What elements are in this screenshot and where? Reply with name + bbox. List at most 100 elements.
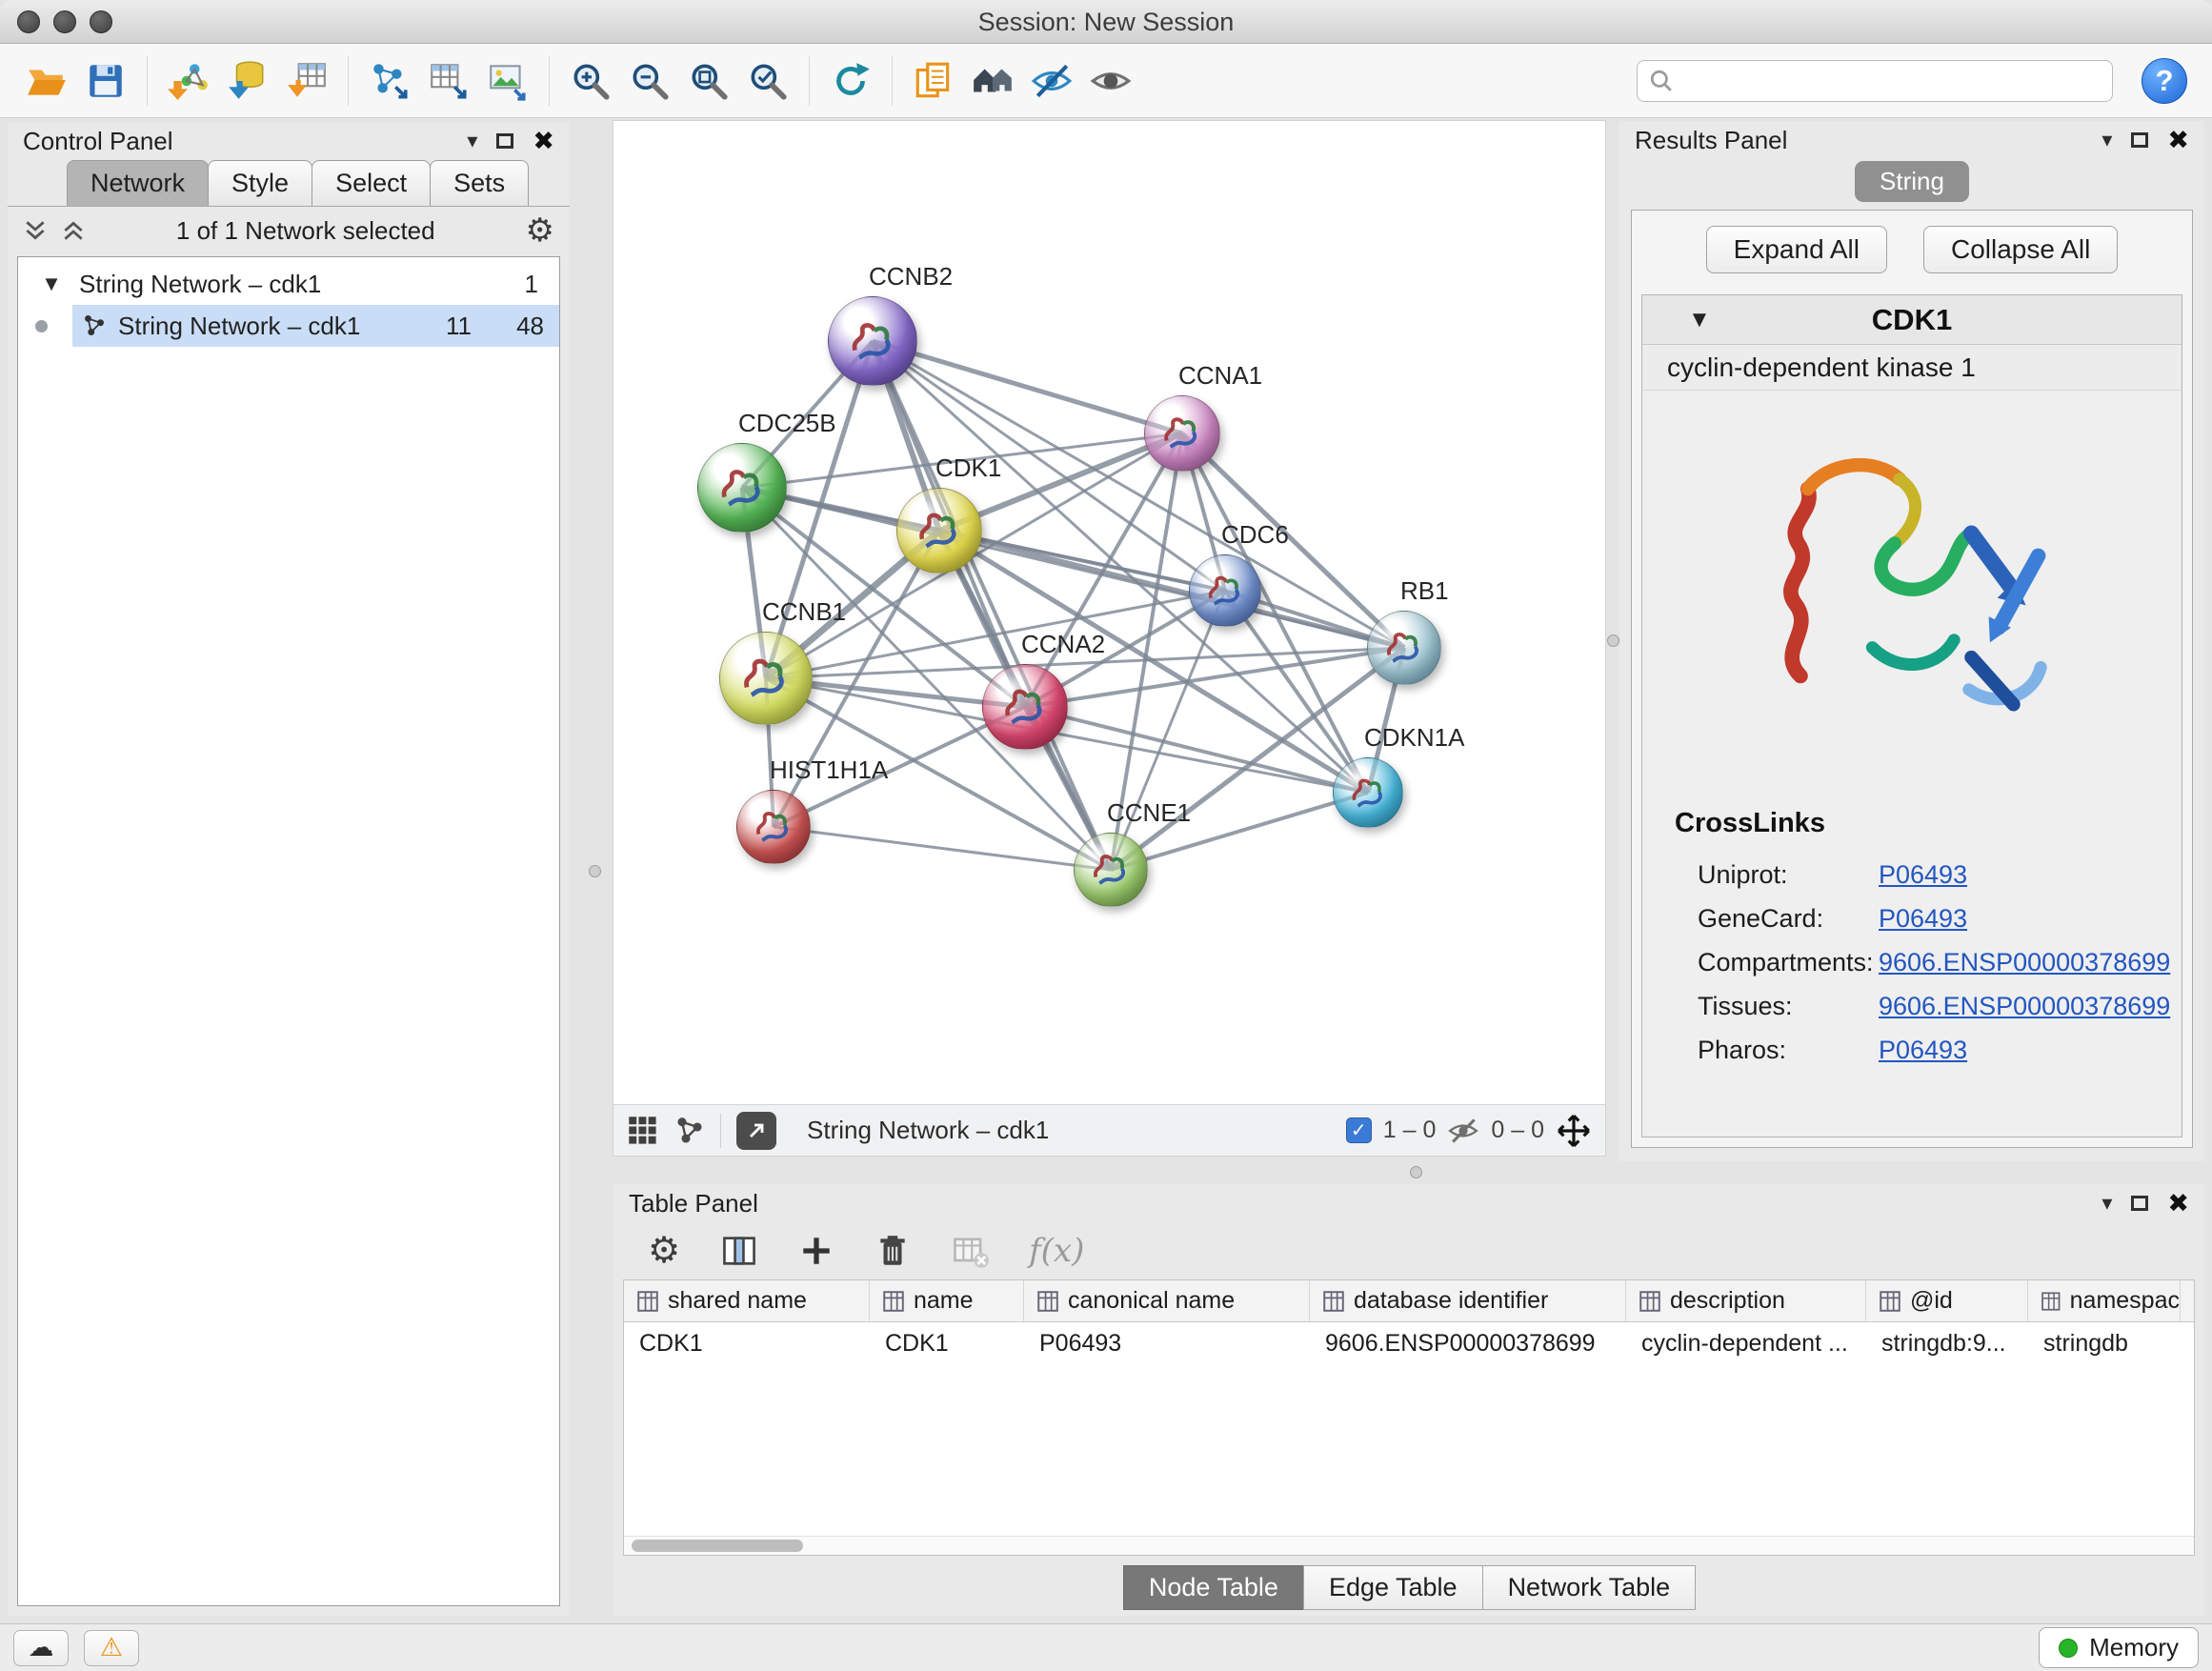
network-node-CDC6[interactable] (1189, 554, 1261, 627)
collapse-all-icon[interactable] (23, 218, 48, 243)
column-header[interactable]: namespac (2028, 1280, 2181, 1321)
refresh-view-button[interactable] (821, 51, 880, 111)
column-header[interactable]: database identifier (1310, 1280, 1626, 1321)
left-splitter-handle[interactable] (589, 865, 601, 877)
results-panel-float-button[interactable] (2131, 132, 2148, 148)
table-horizontal-scrollbar[interactable] (624, 1536, 2194, 1555)
table-panel-close-button[interactable]: ✖ (2167, 1191, 2189, 1217)
window-close-button[interactable] (17, 10, 40, 33)
network-node-CCNE1[interactable] (1074, 833, 1148, 907)
results-panel-close-button[interactable]: ✖ (2167, 128, 2189, 153)
open-session-button[interactable] (17, 51, 76, 111)
column-header[interactable]: description (1626, 1280, 1866, 1321)
search-field[interactable] (1637, 60, 2113, 102)
pharos-link[interactable]: P06493 (1879, 1036, 1967, 1065)
add-column-icon[interactable] (798, 1233, 835, 1269)
column-header[interactable]: shared name (624, 1280, 870, 1321)
hide-selection-button[interactable] (1022, 51, 1081, 111)
table-cell[interactable]: CDK1 (624, 1322, 870, 1364)
show-graphics-details-button[interactable] (1081, 51, 1140, 111)
function-builder-button[interactable]: f(x) (1029, 1232, 1084, 1270)
export-network-button[interactable] (360, 51, 419, 111)
network-node-CCNA2[interactable] (982, 664, 1068, 750)
tab-edge-table[interactable]: Edge Table (1303, 1565, 1483, 1610)
right-splitter-handle[interactable] (1607, 634, 1619, 647)
move-crosshair-icon[interactable] (1556, 1113, 1592, 1149)
table-cell[interactable]: cyclin-dependent ... (1626, 1322, 1866, 1364)
network-node-HIST1H1A[interactable] (736, 790, 811, 864)
results-panel-menu-icon[interactable]: ▾ (2101, 130, 2112, 151)
network-glyph-icon[interactable] (674, 1116, 705, 1146)
open-in-new-window-button[interactable] (736, 1112, 776, 1150)
column-header[interactable]: name (870, 1280, 1024, 1321)
horizontal-splitter-handle[interactable] (1410, 1166, 1422, 1178)
table-panel-float-button[interactable] (2131, 1196, 2148, 1211)
delete-column-icon[interactable] (875, 1233, 911, 1269)
network-node-CDKN1A[interactable] (1333, 757, 1403, 828)
export-table-button[interactable] (419, 51, 478, 111)
control-panel-menu-icon[interactable]: ▾ (467, 131, 477, 151)
selection-checkbox-icon[interactable]: ✓ (1346, 1117, 1372, 1143)
network-node-RB1[interactable] (1367, 611, 1441, 685)
tab-node-table[interactable]: Node Table (1123, 1565, 1304, 1610)
zoom-selected-button[interactable] (738, 51, 797, 111)
window-minimize-button[interactable] (53, 10, 76, 33)
export-image-button[interactable] (478, 51, 537, 111)
table-panel-menu-icon[interactable]: ▾ (2101, 1193, 2112, 1214)
table-settings-gear-icon[interactable]: ⚙ (648, 1233, 680, 1269)
help-button[interactable]: ? (2142, 58, 2187, 104)
table-cell[interactable]: 9606.ENSP00000378699 (1310, 1322, 1626, 1364)
table-row[interactable]: CDK1 CDK1 P06493 9606.ENSP00000378699 cy… (624, 1322, 2194, 1364)
tab-network[interactable]: Network (67, 160, 209, 206)
tab-network-table[interactable]: Network Table (1482, 1565, 1697, 1610)
show-columns-icon[interactable] (720, 1232, 758, 1270)
search-input[interactable] (1683, 67, 2101, 94)
table-cell[interactable]: stringdb (2028, 1322, 2181, 1364)
import-network-from-database-button[interactable] (218, 51, 277, 111)
tree-collapse-icon[interactable]: ▼ (37, 272, 66, 296)
control-panel-float-button[interactable] (496, 133, 513, 149)
import-network-from-file-button[interactable] (159, 51, 218, 111)
network-row-selected[interactable]: String Network – cdk1 11 48 (72, 305, 559, 347)
network-node-CDC25B[interactable] (697, 443, 787, 533)
network-node-CCNB1[interactable] (719, 632, 813, 725)
tab-sets[interactable]: Sets (430, 160, 529, 206)
network-node-CCNA1[interactable] (1144, 395, 1220, 472)
birds-eye-view-icon[interactable] (627, 1115, 659, 1147)
uniprot-link[interactable]: P06493 (1879, 860, 1967, 890)
tissues-link[interactable]: 9606.ENSP00000378699 (1879, 992, 2170, 1021)
network-collection-row[interactable]: ▼ String Network – cdk1 1 (18, 263, 559, 305)
hidden-eye-slash-icon[interactable] (1447, 1115, 1479, 1147)
network-row[interactable]: String Network – cdk1 11 48 (18, 305, 559, 347)
tab-style[interactable]: Style (208, 160, 312, 206)
delete-table-icon[interactable] (951, 1232, 989, 1270)
gene-entry-header[interactable]: ▼ CDK1 (1642, 295, 2182, 345)
network-node-CDK1[interactable] (896, 488, 982, 574)
table-cell[interactable]: P06493 (1024, 1322, 1310, 1364)
network-node-CCNB2[interactable] (828, 296, 917, 386)
control-panel-close-button[interactable]: ✖ (533, 129, 554, 154)
compartments-link[interactable]: 9606.ENSP00000378699 (1879, 948, 2170, 977)
column-header[interactable]: canonical name (1024, 1280, 1310, 1321)
warnings-button[interactable]: ⚠ (84, 1630, 139, 1666)
save-session-button[interactable] (76, 51, 135, 111)
window-zoom-button[interactable] (90, 10, 112, 33)
cloud-button[interactable]: ☁ (13, 1630, 69, 1666)
table-cell[interactable]: stringdb:9... (1866, 1322, 2028, 1364)
home-button[interactable] (963, 51, 1022, 111)
import-table-button[interactable] (277, 51, 336, 111)
gear-icon[interactable]: ⚙ (526, 214, 554, 247)
scrollbar-thumb[interactable] (632, 1540, 803, 1552)
tab-select[interactable]: Select (312, 160, 431, 206)
collapse-all-button[interactable]: Collapse All (1923, 226, 2118, 273)
string-results-tab[interactable]: String (1855, 161, 1969, 202)
collapse-entry-icon[interactable]: ▼ (1688, 307, 1711, 333)
zoom-in-button[interactable] (561, 51, 620, 111)
genecard-link[interactable]: P06493 (1879, 904, 1967, 934)
memory-button[interactable]: Memory (2039, 1627, 2199, 1668)
table-cell[interactable]: CDK1 (870, 1322, 1024, 1364)
expand-all-button[interactable]: Expand All (1706, 226, 1887, 273)
network-view[interactable]: CCNB2CCNA1CDC25BCDK1CDC6RB1CCNB1CCNA2CDK… (613, 121, 1605, 1156)
copy-document-button[interactable] (904, 51, 963, 111)
zoom-fit-button[interactable] (679, 51, 738, 111)
